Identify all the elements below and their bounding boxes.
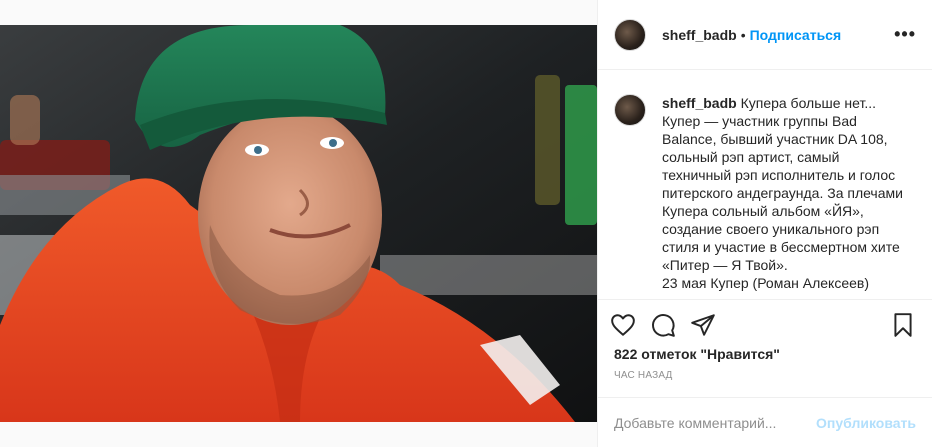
post-image <box>0 25 597 422</box>
action-bar <box>598 306 932 344</box>
more-icon[interactable]: ••• <box>894 24 916 45</box>
caption-body: Купера больше нет... Купер — участник гр… <box>662 95 903 291</box>
avatar[interactable] <box>614 18 646 51</box>
avatar[interactable] <box>614 94 646 126</box>
post-photo[interactable] <box>0 25 597 422</box>
photo-area <box>0 0 597 447</box>
separator-dot: • <box>740 26 746 43</box>
comment-box: Опубликовать <box>598 397 932 447</box>
caption-text: sheff_badb Купера больше нет... Купер — … <box>662 94 912 299</box>
publish-button[interactable]: Опубликовать <box>816 415 916 431</box>
caption: sheff_badb Купера больше нет... Купер — … <box>598 70 932 300</box>
likes-count[interactable]: 822 отметок "Нравится" <box>614 346 780 362</box>
share-icon[interactable] <box>690 312 716 338</box>
caption-username[interactable]: sheff_badb <box>662 95 737 111</box>
post-panel: sheff_badb • Подписаться ••• sheff_badb … <box>597 0 932 447</box>
bookmark-icon[interactable] <box>890 312 916 338</box>
heart-icon[interactable] <box>610 312 636 338</box>
comment-icon[interactable] <box>650 312 676 338</box>
timestamp: ЧАС НАЗАД <box>614 370 673 381</box>
comment-input[interactable] <box>614 414 817 431</box>
header-username[interactable]: sheff_badb <box>662 27 737 43</box>
follow-button[interactable]: Подписаться <box>750 27 842 43</box>
post-header: sheff_badb • Подписаться ••• <box>598 0 932 70</box>
